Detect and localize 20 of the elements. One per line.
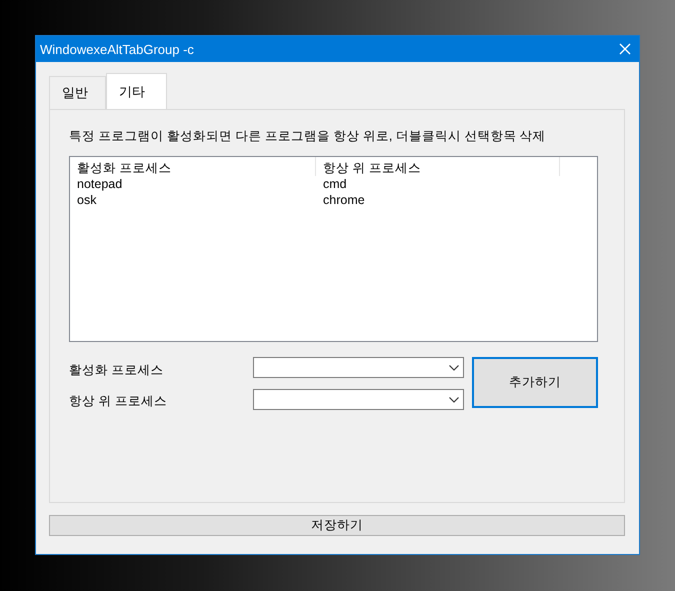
field-label: 항상 위 프로세스 — [69, 393, 168, 410]
dropdown-field[interactable] — [253, 357, 464, 378]
dropdown-field[interactable] — [253, 389, 464, 410]
chevron-down-icon — [449, 364, 459, 370]
field-label: 활성화 프로세스 — [69, 362, 164, 379]
description-text: 특정 프로그램이 활성화되면 다른 프로그램을 항상 위로, 더블클릭시 선택항목 삭제 — [69, 128, 547, 145]
list-cell-text: notepad — [76, 176, 124, 192]
close-icon[interactable] — [619, 43, 631, 55]
list-cell-text: cmd — [322, 176, 348, 192]
process-list[interactable]: 활성화 프로세스 항상 위 프로세스 notepad cmd osk chrome — [69, 156, 598, 342]
list-cell-text: chrome — [322, 192, 366, 208]
window-title: WindowexeAltTabGroup -c — [40, 42, 194, 56]
column-header[interactable]: 항상 위 프로세스 — [316, 157, 560, 176]
tab[interactable]: 기타 — [106, 73, 167, 109]
chevron-down-icon — [449, 396, 459, 402]
list-cell-text: osk — [76, 192, 98, 208]
column-header[interactable]: 활성화 프로세스 — [70, 157, 316, 176]
tab[interactable]: 일반 — [49, 76, 106, 109]
save-button[interactable]: 저장하기 — [49, 515, 625, 536]
add-button[interactable]: 추가하기 — [472, 357, 598, 408]
